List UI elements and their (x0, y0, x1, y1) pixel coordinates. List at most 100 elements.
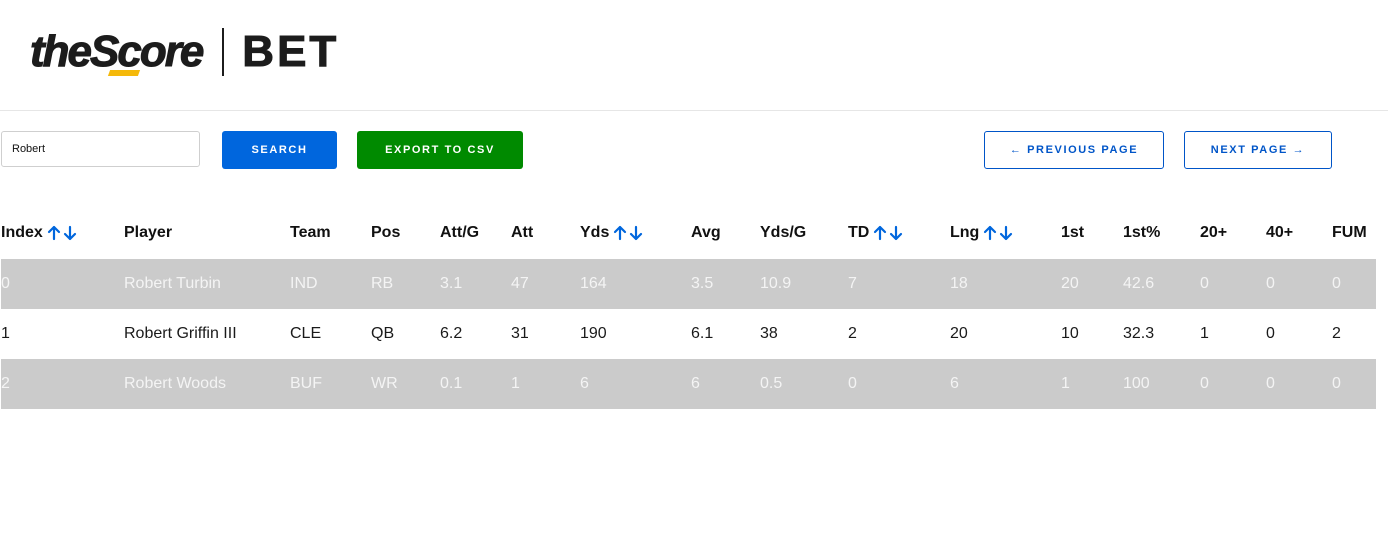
cell-yds: 6 (580, 359, 691, 409)
column-header-label: 40+ (1266, 224, 1294, 241)
cell-20-plus: 1 (1200, 309, 1266, 359)
cell-1st: 10 (1061, 309, 1123, 359)
export-csv-button[interactable]: EXPORT TO CSV (357, 131, 523, 169)
search-input[interactable] (1, 131, 200, 167)
cell-att-per-g: 3.1 (440, 259, 511, 309)
cell-pos: QB (371, 309, 440, 359)
table-row: 0 Robert Turbin IND RB 3.1 47 164 3.5 10.9 7 18 20 4… (1, 259, 1376, 309)
cell-lng: 6 (950, 359, 1061, 409)
cell-att: 1 (511, 359, 580, 409)
cell-team: CLE (290, 309, 371, 359)
cell-yds: 190 (580, 309, 691, 359)
column-header-att-per-g: Att/G (440, 207, 511, 259)
cell-40-plus: 0 (1266, 259, 1332, 309)
cell-yds-per-g: 38 (760, 309, 848, 359)
cell-index: 1 (1, 309, 124, 359)
cell-fum: 2 (1332, 309, 1376, 359)
cell-att: 47 (511, 259, 580, 309)
cell-index: 0 (1, 259, 124, 309)
cell-player: Robert Griffin III (124, 309, 290, 359)
sort-controls (873, 225, 905, 241)
cell-1st-pct: 42.6 (1123, 259, 1200, 309)
sort-controls (983, 225, 1015, 241)
column-header-player: Player (124, 207, 290, 259)
logo-bet-wordmark: BET (242, 27, 340, 77)
logo-thescore-wordmark: theScore (29, 26, 204, 78)
column-header-index[interactable]: Index (1, 207, 124, 259)
cell-40-plus: 0 (1266, 359, 1332, 409)
column-header-fum: FUM (1332, 207, 1376, 259)
column-header-team: Team (290, 207, 371, 259)
cell-pos: WR (371, 359, 440, 409)
cell-20-plus: 0 (1200, 259, 1266, 309)
cell-td: 7 (848, 259, 950, 309)
cell-avg: 3.5 (691, 259, 760, 309)
column-header-lng[interactable]: Lng (950, 207, 1061, 259)
cell-lng: 20 (950, 309, 1061, 359)
cell-yds-per-g: 10.9 (760, 259, 848, 309)
rushing-stats-table: Index Player Team Pos Att/G Att Yds Avg Yds/G TD L… (1, 207, 1376, 409)
column-header-label: Lng (950, 224, 980, 241)
column-header-yds-per-g: Yds/G (760, 207, 848, 259)
sort-descending-arrow-icon[interactable] (999, 225, 1015, 241)
column-header-label: Avg (691, 224, 721, 241)
column-header-label: Team (290, 224, 331, 241)
table-row: 1 Robert Griffin III CLE QB 6.2 31 190 6.1 38 2 20… (1, 309, 1376, 359)
column-header-yds[interactable]: Yds (580, 207, 691, 259)
sort-descending-arrow-icon[interactable] (629, 225, 645, 241)
cell-td: 2 (848, 309, 950, 359)
column-header-label: Att (511, 224, 534, 241)
logo-accent-bar (107, 70, 141, 76)
cell-team: BUF (290, 359, 371, 409)
column-header-label: Index (1, 224, 43, 241)
sort-ascending-arrow-icon[interactable] (983, 225, 999, 241)
cell-att-per-g: 0.1 (440, 359, 511, 409)
cell-fum: 0 (1332, 359, 1376, 409)
cell-20-plus: 0 (1200, 359, 1266, 409)
table-body: 0 Robert Turbin IND RB 3.1 47 164 3.5 10.9 7 18 20 4… (1, 259, 1376, 409)
column-header-1st: 1st (1061, 207, 1123, 259)
sort-ascending-arrow-icon[interactable] (873, 225, 889, 241)
column-header-att: Att (511, 207, 580, 259)
cell-fum: 0 (1332, 259, 1376, 309)
column-header-td[interactable]: TD (848, 207, 950, 259)
cell-index: 2 (1, 359, 124, 409)
column-header-1st-pct: 1st% (1123, 207, 1200, 259)
cell-yds-per-g: 0.5 (760, 359, 848, 409)
sort-controls (47, 225, 79, 241)
thescore-bet-logo[interactable]: theScore BET (29, 26, 340, 78)
cell-pos: RB (371, 259, 440, 309)
cell-player: Robert Woods (124, 359, 290, 409)
column-header-label: FUM (1332, 224, 1367, 241)
sort-descending-arrow-icon[interactable] (63, 225, 79, 241)
column-header-label: TD (848, 224, 870, 241)
column-header-label: Att/G (440, 224, 480, 241)
cell-att-per-g: 6.2 (440, 309, 511, 359)
column-header-40-plus: 40+ (1266, 207, 1332, 259)
column-header-label: Yds/G (760, 224, 807, 241)
cell-td: 0 (848, 359, 950, 409)
cell-40-plus: 0 (1266, 309, 1332, 359)
sort-descending-arrow-icon[interactable] (889, 225, 905, 241)
table-row: 2 Robert Woods BUF WR 0.1 1 6 6 0.5 0 6 1 100 0 0 0 (1, 359, 1376, 409)
previous-page-button[interactable]: ← PREVIOUS PAGE (984, 131, 1164, 169)
next-page-button[interactable]: NEXT PAGE → (1184, 131, 1332, 169)
column-header-label: Player (124, 224, 173, 241)
column-header-20-plus: 20+ (1200, 207, 1266, 259)
cell-att: 31 (511, 309, 580, 359)
logo-divider (222, 28, 225, 76)
cell-1st: 1 (1061, 359, 1123, 409)
page-header: theScore BET (0, 0, 1388, 111)
column-header-avg: Avg (691, 207, 760, 259)
cell-team: IND (290, 259, 371, 309)
search-button[interactable]: SEARCH (222, 131, 337, 169)
sort-ascending-arrow-icon[interactable] (613, 225, 629, 241)
cell-1st-pct: 100 (1123, 359, 1200, 409)
column-header-label: 1st% (1123, 224, 1161, 241)
column-header-label: 20+ (1200, 224, 1228, 241)
sort-ascending-arrow-icon[interactable] (47, 225, 63, 241)
column-header-label: 1st (1061, 224, 1085, 241)
cell-player: Robert Turbin (124, 259, 290, 309)
cell-1st: 20 (1061, 259, 1123, 309)
cell-yds: 164 (580, 259, 691, 309)
